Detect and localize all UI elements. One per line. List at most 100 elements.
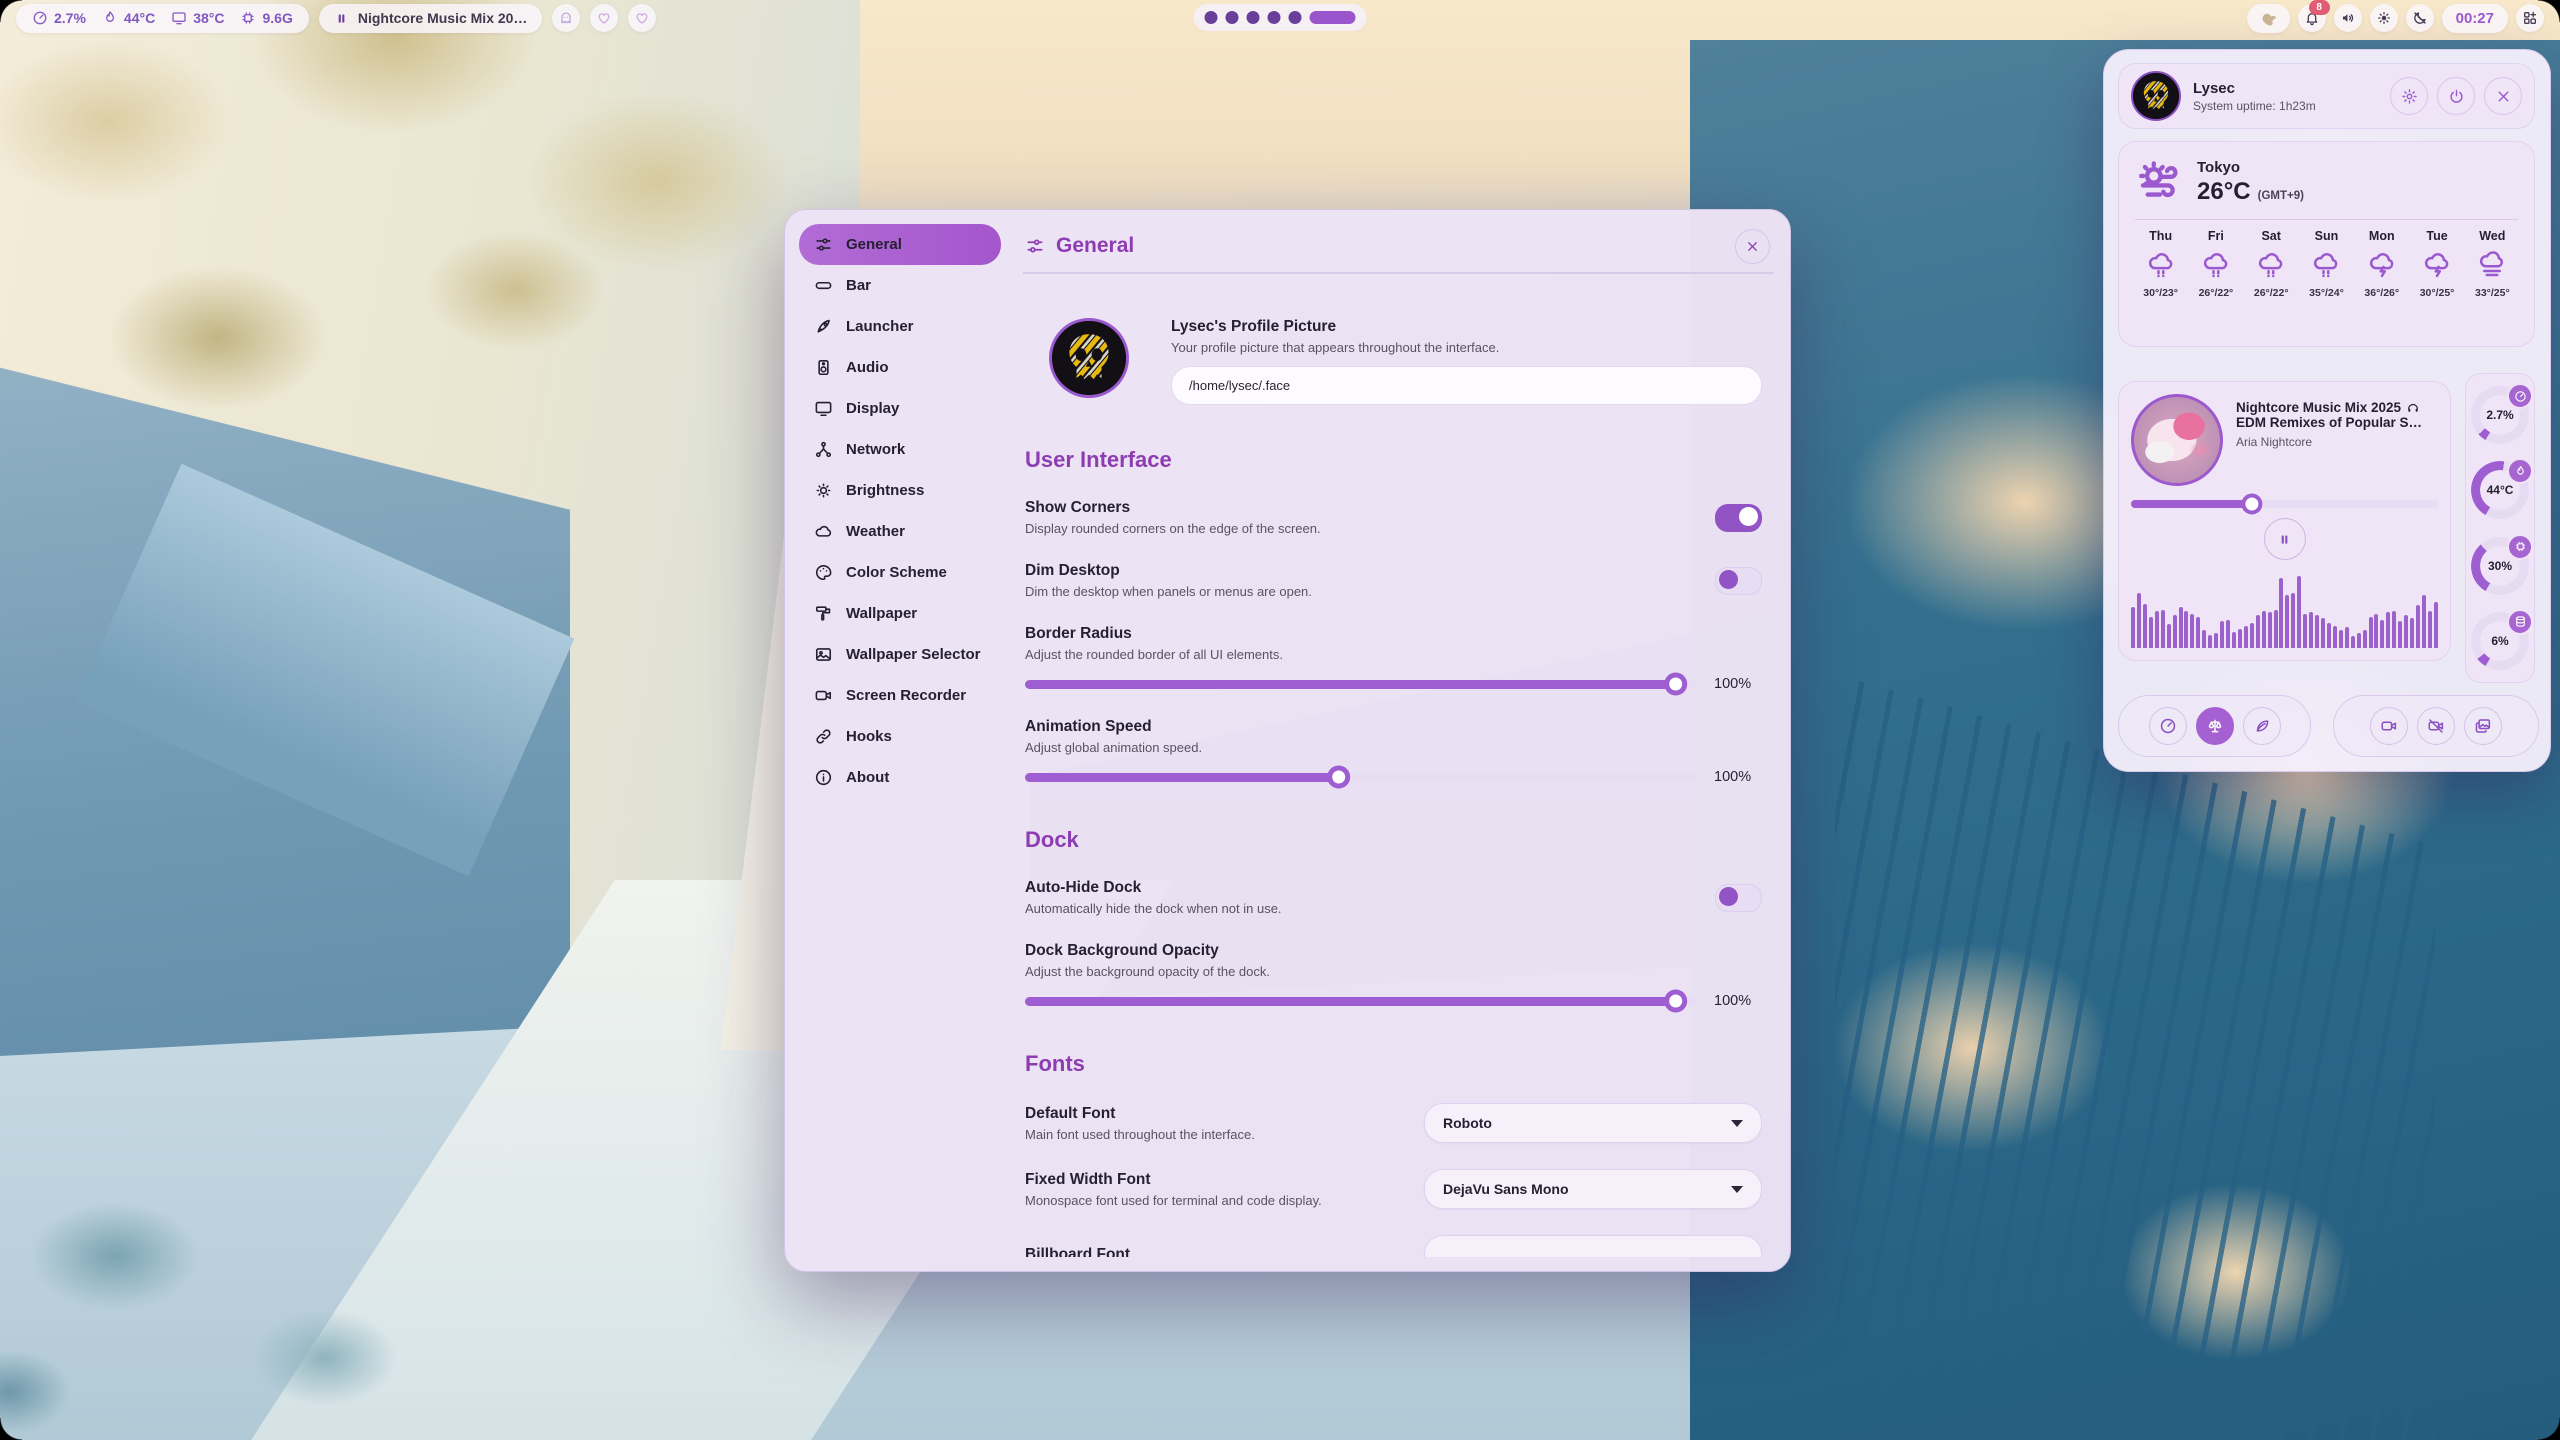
sidebar-item-label: About (846, 769, 889, 786)
dock-opacity-slider[interactable] (1025, 997, 1698, 1006)
border-radius-row: Border Radius Adjust the rounded border … (1025, 625, 1762, 692)
billboard-font-dropdown[interactable] (1424, 1235, 1762, 1257)
power-profile-group (2118, 695, 2311, 757)
top-bar-right: 8 00:27 (2247, 4, 2544, 33)
workspace-2[interactable] (1226, 11, 1239, 24)
sidebar-item-hooks[interactable]: Hooks (799, 716, 1001, 757)
sidebar-item-label: Hooks (846, 728, 892, 745)
sidebar-item-wallpaper[interactable]: Wallpaper (799, 593, 1001, 634)
workspace-indicator[interactable] (1194, 4, 1367, 31)
media-progress-slider[interactable] (2131, 500, 2438, 508)
profile-path-input[interactable]: /home/lysec/.face (1171, 366, 1762, 405)
profile-path-value: /home/lysec/.face (1189, 378, 1290, 393)
sidebar-item-bar[interactable]: Bar (799, 265, 1001, 306)
sidebar-item-display[interactable]: Display (799, 388, 1001, 429)
weather-card: Tokyo 26°C (GMT+9) Thu30°/23°Fri26°/22°S… (2118, 141, 2535, 347)
forecast-day-label: Sat (2261, 229, 2280, 243)
power-button[interactable] (2437, 77, 2475, 115)
sidebar-item-general[interactable]: General (799, 224, 1001, 265)
workspace-5[interactable] (1289, 11, 1302, 24)
volume-button[interactable] (2334, 4, 2362, 32)
forecast-day-label: Thu (2149, 229, 2172, 243)
tray-heart-button-1[interactable] (590, 4, 618, 32)
dim-desktop-row: Dim Desktop Dim the desktop when panels … (1025, 562, 1762, 599)
sidebar-item-network[interactable]: Network (799, 429, 1001, 470)
settings-window: GeneralBarLauncher Audio DisplayNetworkBri… (784, 209, 1791, 1272)
monitor-gauge-speedometer[interactable]: 2.7% (2471, 386, 2529, 444)
sidebar-item-color-scheme[interactable]: Color Scheme (799, 552, 1001, 593)
balanced-profile-button[interactable] (2196, 707, 2234, 745)
slider-knob[interactable] (1327, 766, 1350, 789)
auto-hide-dock-toggle[interactable] (1715, 884, 1762, 912)
workspace-4[interactable] (1268, 11, 1281, 24)
close-button[interactable] (1735, 229, 1770, 264)
show-corners-label: Show Corners (1025, 499, 1695, 517)
slider-knob[interactable] (1664, 990, 1687, 1013)
brightness-button[interactable] (2370, 4, 2398, 32)
tray-app-button[interactable] (2247, 4, 2290, 33)
performance-profile-button[interactable] (2149, 707, 2187, 745)
border-radius-slider[interactable] (1025, 680, 1698, 689)
notifications-button[interactable]: 8 (2298, 4, 2326, 32)
workspace-6[interactable] (1310, 11, 1356, 24)
animation-speed-row: Animation Speed Adjust global animation … (1025, 718, 1762, 785)
grid-plus-icon (2522, 10, 2538, 26)
sidebar-item-brightness[interactable]: Brightness (799, 470, 1001, 511)
forecast-temps: 33°/25° (2475, 287, 2510, 299)
workspace-1[interactable] (1205, 11, 1218, 24)
pause-icon (2277, 532, 2292, 547)
now-playing-pill[interactable]: Nightcore Music Mix 20… (319, 4, 543, 33)
default-font-dropdown[interactable]: Roboto (1424, 1103, 1762, 1143)
show-corners-toggle[interactable] (1715, 504, 1762, 532)
sidebar-item-launcher[interactable]: Launcher (799, 306, 1001, 347)
album-art[interactable] (2131, 394, 2223, 486)
tray-heart-button-2[interactable] (628, 4, 656, 32)
disk-icon (2507, 609, 2533, 635)
sidebar-item-label: Audio (846, 359, 889, 376)
settings-scroll-area[interactable]: Lysec's Profile Picture Your profile pic… (1025, 290, 1762, 1257)
workspace-3[interactable] (1247, 11, 1260, 24)
monitor-gauge-disk[interactable]: 6% (2471, 612, 2529, 670)
monitor-gauge-flame[interactable]: 44°C (2471, 461, 2529, 519)
screen-record-off-button[interactable] (2417, 707, 2455, 745)
show-corners-description: Display rounded corners on the edge of t… (1025, 521, 1695, 536)
powersaver-profile-button[interactable] (2243, 707, 2281, 745)
slider-knob[interactable] (2241, 494, 2262, 515)
weather-icon (814, 522, 833, 541)
close-icon (1745, 239, 1760, 254)
settings-button[interactable] (2390, 77, 2428, 115)
sidebar-item-audio[interactable]: Audio (799, 347, 1001, 388)
screen-record-button[interactable] (2370, 707, 2408, 745)
brightness-icon (814, 481, 833, 500)
animation-speed-slider[interactable] (1025, 773, 1698, 782)
fixed-font-dropdown[interactable]: DejaVu Sans Mono (1424, 1169, 1762, 1209)
forecast-temps: 26°/22° (2254, 287, 2289, 299)
system-stats-pill[interactable]: 2.7% 44°C 38°C 9.6G (16, 4, 309, 33)
dim-desktop-toggle[interactable] (1715, 567, 1762, 595)
clock-value: 00:27 (2456, 10, 2494, 27)
forecast-day-fri: Fri26°/22° (2188, 229, 2243, 299)
wallpaper-gallery-button[interactable] (2464, 707, 2502, 745)
billboard-font-label: Billboard Font (1025, 1246, 1424, 1257)
forecast-day-tue: Tue30°/25° (2409, 229, 2464, 299)
tray-ghost-button[interactable] (552, 4, 580, 32)
sidebar-item-about[interactable]: About (799, 757, 1001, 798)
close-panel-button[interactable] (2484, 77, 2522, 115)
clock[interactable]: 00:27 (2442, 4, 2508, 33)
header-divider (1023, 272, 1774, 274)
rain-icon (2256, 250, 2286, 280)
rain-icon (2201, 250, 2231, 280)
video-camera-icon (2380, 717, 2398, 735)
monitor-gauge-chip[interactable]: 30% (2471, 537, 2529, 595)
slider-knob[interactable] (1664, 673, 1687, 696)
night-light-button[interactable] (2406, 4, 2434, 32)
sidebar-item-wallpaper-selector[interactable]: Wallpaper Selector (799, 634, 1001, 675)
profile-avatar[interactable] (1049, 318, 1129, 398)
leaf-icon (2253, 717, 2271, 735)
pause-button[interactable] (2264, 518, 2306, 560)
sidebar-item-weather[interactable]: Weather (799, 511, 1001, 552)
media-artist: Aria Nightcore (2236, 435, 2422, 449)
speedometer-icon (32, 10, 48, 26)
video-camera-off-icon (2427, 717, 2445, 735)
sidebar-item-screen-recorder[interactable]: Screen Recorder (799, 675, 1001, 716)
